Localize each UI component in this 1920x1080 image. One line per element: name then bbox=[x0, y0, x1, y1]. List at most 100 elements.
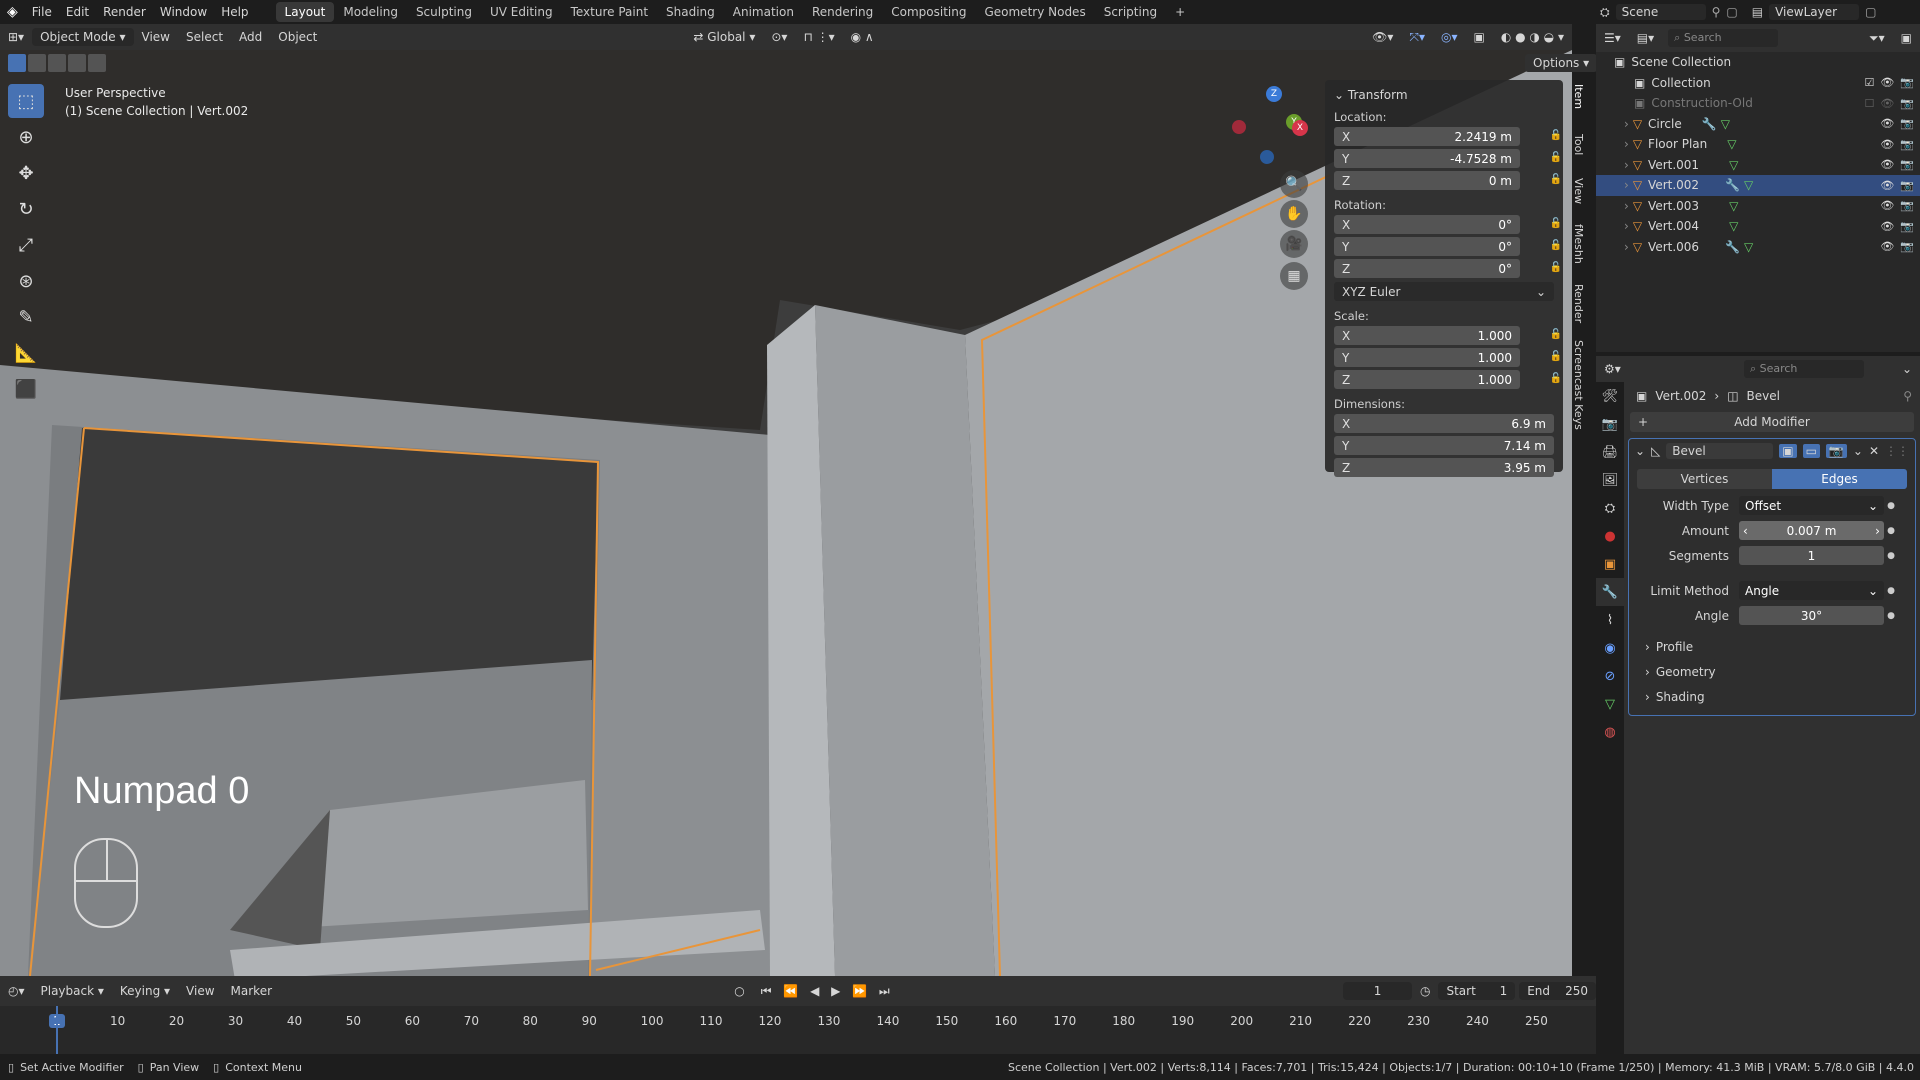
pan-hand-icon[interactable]: ✋ bbox=[1280, 200, 1308, 228]
snap-icon[interactable]: ⊓ ⋮▾ bbox=[795, 30, 842, 44]
select-invert-icon[interactable] bbox=[68, 54, 86, 72]
keyframe-dot-icon[interactable]: ● bbox=[1884, 586, 1898, 596]
camera-icon[interactable]: 📷 bbox=[1900, 220, 1914, 233]
blender-logo-icon[interactable]: ◈ bbox=[0, 0, 25, 24]
menu-object[interactable]: Object bbox=[270, 30, 325, 44]
gizmo-z-icon[interactable]: Z bbox=[1266, 86, 1282, 102]
camera-icon[interactable]: 📷 bbox=[1900, 199, 1914, 212]
camera-icon[interactable]: 📷 bbox=[1900, 117, 1914, 130]
mode-dropdown[interactable]: Object Mode ▾ bbox=[32, 28, 134, 46]
width-type-dropdown[interactable]: Offset ⌄ bbox=[1739, 496, 1884, 515]
select-box-icon[interactable]: ⬚ bbox=[8, 84, 44, 118]
overlay-toggle-icon[interactable]: ◎▾ bbox=[1433, 30, 1466, 44]
outliner-row-vert-006[interactable]: › ▽ Vert.006 🔧 ▽ 👁 📷 bbox=[1596, 237, 1920, 258]
outliner-row-construction-old[interactable]: ▣ Construction-Old ☐ 👁 📷 bbox=[1596, 93, 1920, 114]
clock-icon[interactable]: ◷ bbox=[1412, 984, 1438, 998]
eye-icon[interactable]: 👁 bbox=[1880, 179, 1894, 192]
outliner-row-floor-plan[interactable]: › ▽ Floor Plan ▽ 👁 📷 bbox=[1596, 134, 1920, 155]
menu-window[interactable]: Window bbox=[153, 0, 214, 24]
lock-icon[interactable]: 🔓 bbox=[1549, 373, 1563, 384]
tab-item[interactable]: Item bbox=[1572, 84, 1585, 109]
checkbox-icon[interactable]: ☑ bbox=[1864, 76, 1874, 89]
zoom-icon[interactable]: 🔍 bbox=[1280, 170, 1308, 198]
transform-orientation-dropdown[interactable]: ⇄ Global ▾ bbox=[685, 30, 763, 44]
constraints-tab-icon[interactable]: ⊘ bbox=[1596, 662, 1624, 690]
outliner-row-collection[interactable]: ▣ Collection ☑ 👁 📷 bbox=[1596, 73, 1920, 94]
lock-icon[interactable]: 🔓 bbox=[1549, 262, 1563, 273]
material-tab-icon[interactable]: ◍ bbox=[1596, 718, 1624, 746]
timeline-editor-icon[interactable]: ◴▾ bbox=[0, 984, 33, 998]
outliner-row-circle[interactable]: › ▽ Circle 🔧 ▽ 👁 📷 bbox=[1596, 114, 1920, 135]
lock-icon[interactable]: 🔓 bbox=[1549, 329, 1563, 340]
menu-add[interactable]: Add bbox=[231, 30, 270, 44]
physics-tab-icon[interactable]: ◉ bbox=[1596, 634, 1624, 662]
visibility-icon[interactable]: 👁▾ bbox=[1364, 30, 1401, 44]
lock-icon[interactable]: 🔓 bbox=[1549, 351, 1563, 362]
dropdown-icon[interactable]: ⌄ bbox=[1853, 444, 1863, 458]
options-button[interactable]: Options ▾ bbox=[1525, 54, 1598, 72]
filter-icon[interactable]: ⏷▾ bbox=[1861, 31, 1893, 46]
menu-file[interactable]: File bbox=[25, 0, 59, 24]
tab-shading[interactable]: Shading bbox=[657, 2, 724, 22]
camera-icon[interactable]: 📷 bbox=[1900, 138, 1914, 151]
transform-panel-header[interactable]: ⌄ Transform bbox=[1325, 80, 1563, 102]
outliner-row-vert-002[interactable]: › ▽ Vert.002 🔧 ▽ 👁 📷 bbox=[1596, 175, 1920, 196]
modifier-tab-icon[interactable]: 🔧 bbox=[1596, 578, 1624, 606]
tab-fmeshh[interactable]: fMeshh bbox=[1572, 224, 1585, 264]
menu-select[interactable]: Select bbox=[178, 30, 231, 44]
properties-search-input[interactable]: ⌕ Search bbox=[1743, 360, 1864, 378]
eye-icon[interactable]: 👁 bbox=[1880, 240, 1894, 253]
gizmo-x-icon[interactable]: X bbox=[1292, 120, 1308, 136]
editor-type-icon[interactable]: ⊞▾ bbox=[0, 30, 32, 44]
render-toggle-icon[interactable]: 📷 bbox=[1825, 444, 1847, 458]
ortho-toggle-icon[interactable]: ▦ bbox=[1280, 262, 1308, 290]
menu-keying[interactable]: Keying ▾ bbox=[112, 984, 178, 998]
rotate-icon[interactable]: ↻ bbox=[8, 192, 44, 226]
chevron-right-icon[interactable]: › bbox=[1875, 524, 1880, 538]
end-frame-field[interactable]: End 250 bbox=[1519, 982, 1596, 1000]
vertices-tab[interactable]: Vertices bbox=[1637, 469, 1772, 489]
add-cube-icon[interactable]: ⬛ bbox=[8, 372, 44, 406]
lock-icon[interactable]: 🔓 bbox=[1549, 174, 1563, 185]
annotate-icon[interactable]: ✎ bbox=[8, 300, 44, 334]
camera-icon[interactable]: 📷 bbox=[1900, 158, 1914, 171]
timeline-track[interactable]: 1102030405060708090100110120130140150160… bbox=[0, 1006, 1596, 1054]
profile-subpanel[interactable]: › Profile bbox=[1629, 634, 1915, 659]
segments-field[interactable]: 1 bbox=[1739, 546, 1884, 565]
scene-tab-icon[interactable]: ⛭ bbox=[1596, 494, 1624, 522]
output-tab-icon[interactable]: 🖨 bbox=[1596, 438, 1624, 466]
expand-icon[interactable]: › bbox=[1624, 137, 1629, 151]
viewport-toggle-icon[interactable]: ▭ bbox=[1802, 444, 1820, 458]
keyframe-dot-icon[interactable]: ● bbox=[1884, 551, 1898, 561]
playback-controls[interactable]: ⏮ ⏪ ◀ ▶ ⏩ ⏭ bbox=[753, 984, 902, 999]
eye-icon[interactable]: 👁 bbox=[1880, 117, 1894, 130]
shading-subpanel[interactable]: › Shading bbox=[1629, 684, 1915, 709]
lock-icon[interactable]: 🔓 bbox=[1549, 152, 1563, 163]
expand-icon[interactable]: › bbox=[1624, 240, 1629, 254]
keyframe-dot-icon[interactable]: ● bbox=[1884, 501, 1898, 511]
menu-timeline-view[interactable]: View bbox=[178, 984, 222, 998]
checkbox-icon[interactable]: ☐ bbox=[1864, 97, 1874, 110]
scene-name[interactable]: Scene bbox=[1615, 4, 1706, 20]
menu-playback[interactable]: Playback ▾ bbox=[33, 984, 112, 998]
chevron-down-icon[interactable]: ⌄ bbox=[1894, 362, 1920, 376]
tab-geometry-nodes[interactable]: Geometry Nodes bbox=[975, 2, 1094, 22]
rotation-y-field[interactable]: Y 0° bbox=[1334, 237, 1520, 256]
expand-icon[interactable]: › bbox=[1624, 158, 1629, 172]
outliner-row-scene-collection[interactable]: ▣ Scene Collection bbox=[1596, 52, 1920, 73]
drag-handle-icon[interactable]: ⋮⋮ bbox=[1885, 444, 1909, 458]
tab-scripting[interactable]: Scripting bbox=[1095, 2, 1166, 22]
tab-tool[interactable]: Tool bbox=[1572, 134, 1585, 155]
amount-field[interactable]: ‹ 0.007 m › bbox=[1739, 521, 1884, 540]
particles-tab-icon[interactable]: ⌇ bbox=[1596, 606, 1624, 634]
select-subtract-icon[interactable] bbox=[48, 54, 66, 72]
expand-icon[interactable]: › bbox=[1624, 219, 1629, 233]
keyframe-dot-icon[interactable]: ● bbox=[1884, 526, 1898, 536]
scale-y-field[interactable]: Y 1.000 bbox=[1334, 348, 1520, 367]
angle-field[interactable]: 30° bbox=[1739, 606, 1884, 625]
pin-icon[interactable]: ⚲ bbox=[1712, 5, 1721, 19]
dimensions-y-field[interactable]: Y 7.14 m bbox=[1334, 436, 1554, 455]
scale-z-field[interactable]: Z 1.000 bbox=[1334, 370, 1520, 389]
limit-method-dropdown[interactable]: Angle ⌄ bbox=[1739, 581, 1884, 600]
outliner-row-vert-004[interactable]: › ▽ Vert.004 ▽ 👁 📷 bbox=[1596, 216, 1920, 237]
